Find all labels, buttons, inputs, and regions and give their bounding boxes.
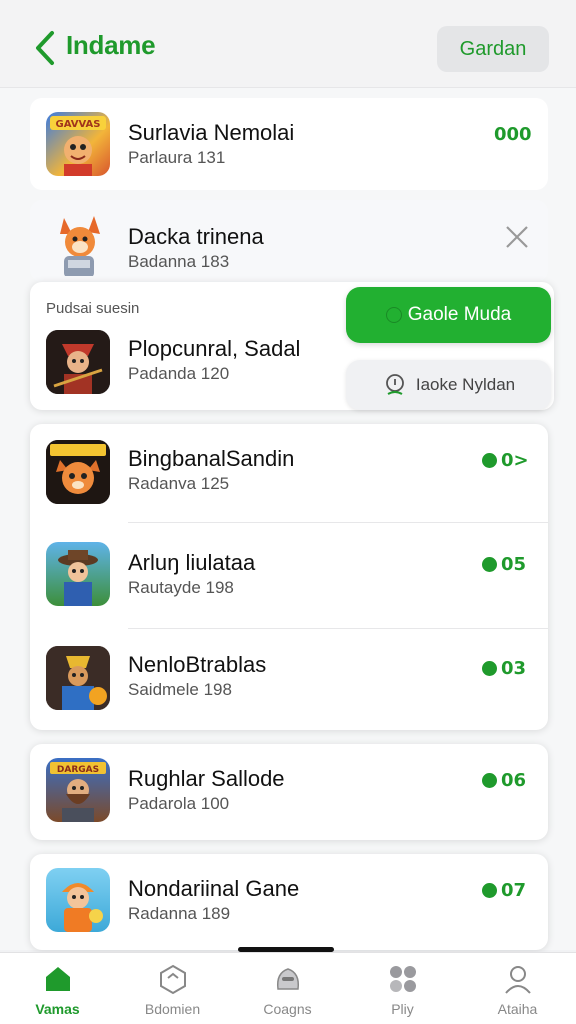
app-subtitle: Radanna 189 [128, 904, 231, 923]
svg-text:DARGAS: DARGAS [57, 765, 99, 775]
tab-coagns[interactable]: Coagns [230, 953, 345, 1024]
tab-vamas[interactable]: Vamas [0, 953, 115, 1024]
game-icon-warrior [46, 330, 110, 394]
tab-label: Coagns [263, 1001, 312, 1017]
status-dot-icon [482, 661, 497, 676]
app-name: Dacka trinena [128, 224, 264, 249]
game-icon-gavvas: GAVVAS [46, 112, 110, 176]
app-count: 0> [482, 450, 529, 471]
divider [128, 628, 548, 629]
app-subtitle: Parlaura 131 [128, 148, 226, 167]
list-item[interactable]: GAVVAS Surlavia Nemolai Parlaura 131 000 [30, 98, 548, 190]
app-count: 06 [482, 770, 526, 791]
app-subtitle: Padanda 120 [128, 364, 230, 383]
app-group-card: BingbanalSandin Radanva 125 0> Arluŋ liu… [30, 424, 548, 730]
status-dot-icon [482, 453, 497, 468]
header-action-button[interactable]: Gardan [437, 26, 549, 72]
top-bar: Indame Gardan [0, 0, 576, 88]
app-subtitle: Badanna 183 [128, 252, 230, 271]
user-icon [505, 966, 531, 994]
home-icon [46, 967, 70, 991]
controller-icon [276, 968, 300, 990]
tab-label: Pliy [391, 1001, 414, 1017]
hexagon-icon [160, 964, 186, 995]
game-icon-hero [46, 868, 110, 932]
app-subtitle: Saidmele 198 [128, 680, 232, 699]
tab-label: Ataiha [497, 1001, 538, 1017]
tab-bar: Vamas Bdomien Coagns Pliy Ataiha [0, 952, 576, 1024]
close-icon[interactable] [504, 224, 530, 250]
status-dot-icon [482, 773, 497, 788]
app-count: 05 [482, 554, 526, 575]
status-dot-icon [482, 557, 497, 572]
app-name: Rughlar Sallode [128, 766, 285, 791]
app-name: Arluŋ liulataa [128, 550, 256, 575]
app-count: 03 [482, 658, 526, 679]
app-count: 000 [494, 124, 532, 145]
game-icon-fox [50, 212, 114, 276]
chevron-left-icon[interactable] [34, 30, 56, 66]
list-item[interactable]: Dacka trinena Badanna 183 [30, 200, 548, 282]
primary-action-label: Gaole Muda [407, 304, 512, 325]
tab-pliy[interactable]: Pliy [345, 953, 460, 1024]
app-name: BingbanalSandin [128, 446, 295, 471]
app-subtitle: Rautayde 198 [128, 578, 234, 597]
list-item[interactable]: NenloBtrablas Saidmele 198 03 [30, 630, 548, 730]
app-name: Plopcunral, Sadal [128, 336, 301, 361]
list-item[interactable]: Arluŋ liulataa Rautayde 198 05 [30, 524, 548, 628]
tab-ataiha[interactable]: Ataiha [460, 953, 575, 1024]
app-count: 07 [482, 880, 526, 901]
secondary-action-button[interactable]: Iaoke Nyldan [346, 360, 551, 410]
list-item[interactable]: BingbanalSandin Radanva 125 0> [30, 424, 548, 522]
secondary-action-label: Iaoke Nyldan [415, 375, 516, 394]
app-subtitle: Radanva 125 [128, 474, 230, 493]
list-item[interactable]: Nondariinal Gane Radanna 189 07 [30, 854, 548, 950]
app-name: NenloBtrablas [128, 652, 267, 677]
app-name: Nondariinal Gane [128, 876, 300, 901]
game-icon-cat [46, 440, 110, 504]
svg-text:GAVVAS: GAVVAS [55, 119, 100, 130]
game-icon-dwarf: DARGAS [46, 758, 110, 822]
game-icon-robot [46, 646, 110, 710]
list-item[interactable]: DARGAS Rughlar Sallode Padarola 100 06 [30, 744, 548, 840]
divider [128, 522, 548, 523]
app-name: Surlavia Nemolai [128, 120, 295, 145]
tab-label: Bdomien [144, 1001, 201, 1017]
page-title: Indame [66, 30, 156, 60]
app-subtitle: Padarola 100 [128, 794, 230, 813]
game-icon-cowboy [46, 542, 110, 606]
tab-bdomien[interactable]: Bdomien [115, 953, 230, 1024]
tab-label: Vamas [35, 1001, 80, 1017]
popup-label: Pudsai suesin [46, 300, 140, 317]
circle-icon [385, 307, 402, 323]
primary-action-button[interactable]: Gaole Muda [346, 287, 551, 343]
status-dot-icon [482, 883, 497, 898]
apps-icon [390, 966, 416, 992]
location-pin-icon [385, 374, 404, 395]
